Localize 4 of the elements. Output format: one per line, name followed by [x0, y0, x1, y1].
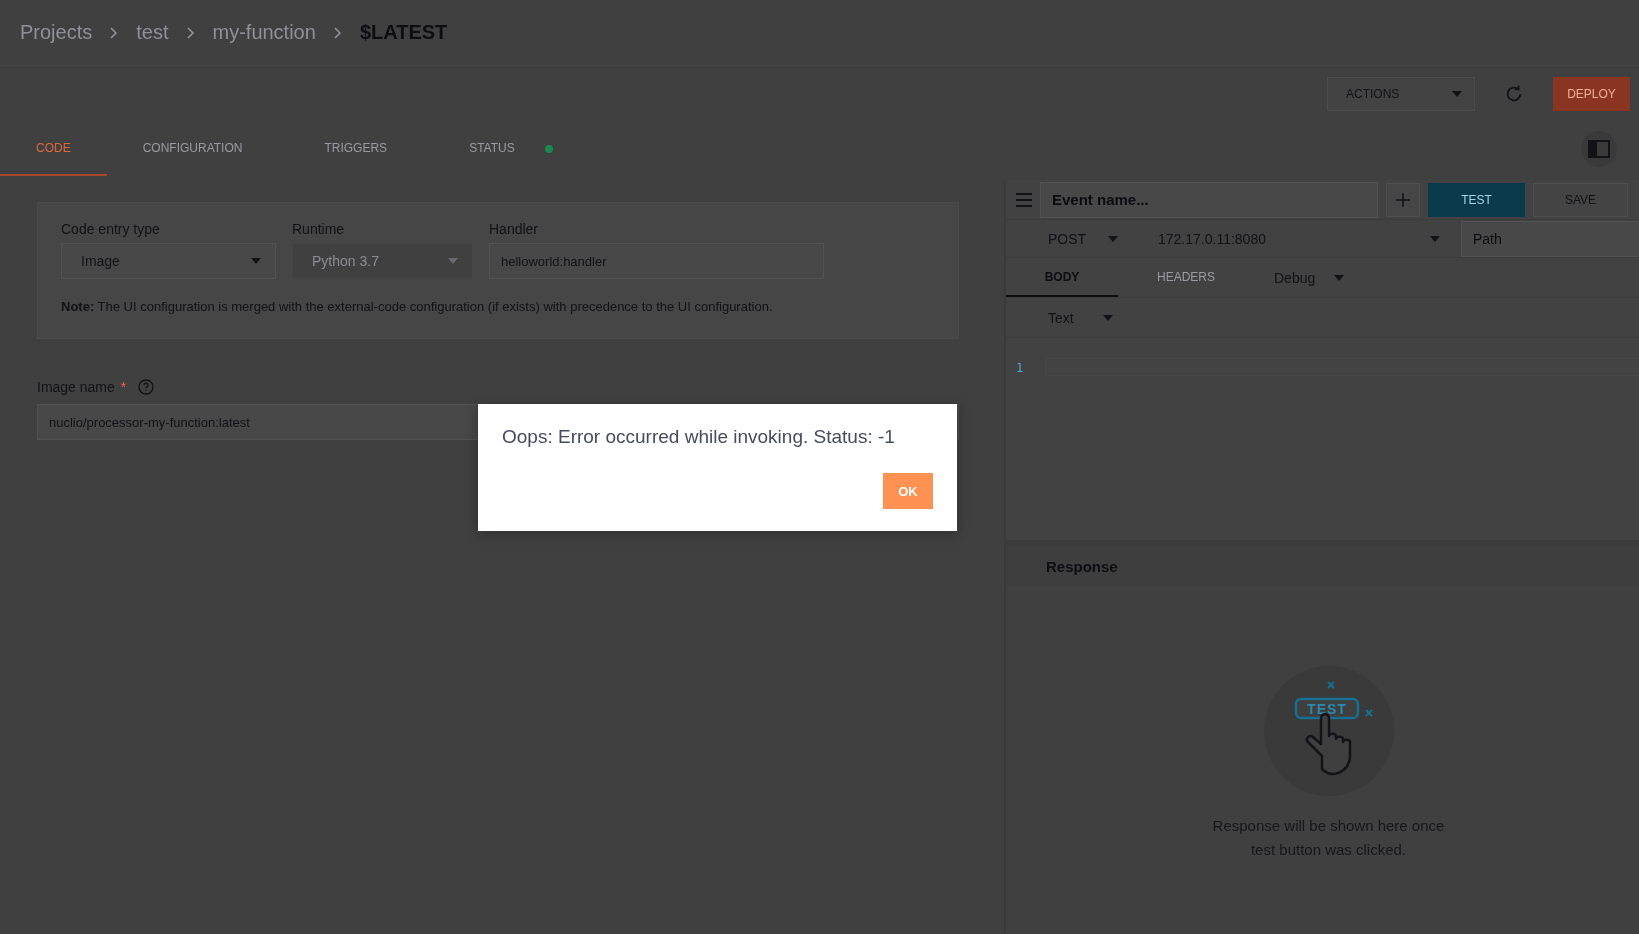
line-number: 1 [1016, 361, 1024, 375]
required-mark: * [120, 379, 127, 395]
dialog-message: Oops: Error occurred while invoking. Status: -1 [502, 426, 896, 448]
hand-pressing-button-drawing: TEST [1263, 666, 1394, 796]
